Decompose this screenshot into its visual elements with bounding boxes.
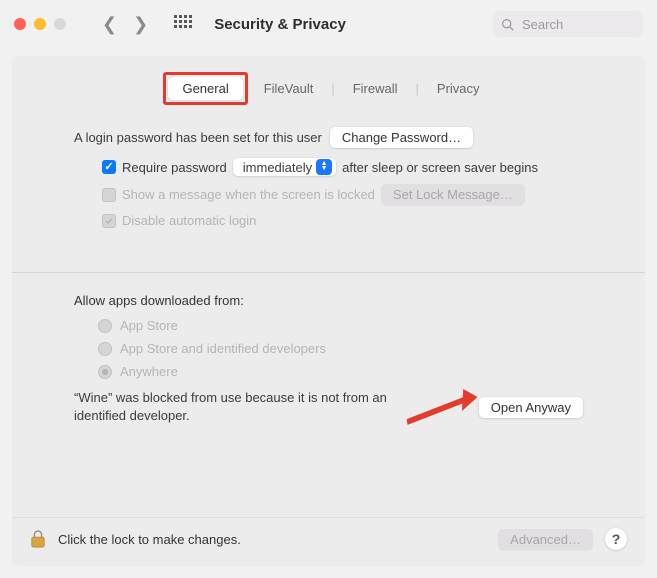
lock-icon[interactable] (30, 528, 46, 550)
tab-filevault[interactable]: FileVault (250, 77, 328, 100)
login-password-section: A login password has been set for this u… (34, 127, 623, 236)
require-password-label: Require password (122, 160, 227, 175)
window-controls (14, 18, 66, 30)
allow-apps-radio-group: App Store App Store and identified devel… (98, 318, 583, 379)
radio-app-store-identified (98, 342, 112, 356)
set-lock-message-button: Set Lock Message… (381, 184, 525, 205)
select-stepper-icon: ▲▼ (316, 159, 332, 175)
require-password-delay-select[interactable]: immediately ▲▼ (233, 158, 336, 176)
open-anyway-button[interactable]: Open Anyway (479, 397, 583, 418)
allow-apps-heading: Allow apps downloaded from: (74, 293, 583, 308)
advanced-button: Advanced… (498, 529, 593, 550)
window-toolbar: ❮ ❯ Security & Privacy (0, 0, 657, 48)
radio-anywhere (98, 365, 112, 379)
check-icon (104, 216, 114, 226)
require-password-checkbox[interactable] (102, 160, 116, 174)
allow-apps-section: Allow apps downloaded from: App Store Ap… (34, 293, 623, 427)
help-button[interactable]: ? (605, 528, 627, 550)
radio-app-store-identified-label: App Store and identified developers (120, 341, 326, 356)
show-lock-message-checkbox (102, 188, 116, 202)
radio-app-store-label: App Store (120, 318, 178, 333)
show-all-prefs-button[interactable] (174, 15, 192, 33)
show-lock-message-label: Show a message when the screen is locked (122, 187, 375, 202)
search-icon (501, 18, 514, 31)
disable-auto-login-checkbox (102, 214, 116, 228)
back-button[interactable]: ❮ (102, 15, 117, 33)
require-password-after-text: after sleep or screen saver begins (342, 160, 538, 175)
disable-auto-login-label: Disable automatic login (122, 213, 256, 228)
tab-firewall[interactable]: Firewall (339, 77, 412, 100)
change-password-button[interactable]: Change Password… (330, 127, 473, 148)
annotation-highlight: General (163, 72, 247, 105)
security-privacy-window: ❮ ❯ Security & Privacy General FileV (0, 0, 657, 578)
search-field[interactable] (493, 11, 643, 37)
search-input[interactable] (520, 16, 635, 33)
close-window-button[interactable] (14, 18, 26, 30)
tab-general[interactable]: General (168, 77, 242, 100)
zoom-window-button[interactable] (54, 18, 66, 30)
content-card: General FileVault | Firewall | Privacy A… (12, 56, 645, 566)
forward-button[interactable]: ❯ (133, 15, 148, 33)
radio-app-store (98, 319, 112, 333)
nav-arrows: ❮ ❯ (102, 15, 148, 33)
tab-privacy[interactable]: Privacy (423, 77, 494, 100)
card-footer: Click the lock to make changes. Advanced… (12, 517, 645, 554)
tab-bar: General FileVault | Firewall | Privacy (163, 72, 493, 105)
login-password-text: A login password has been set for this u… (74, 130, 322, 145)
radio-anywhere-label: Anywhere (120, 364, 178, 379)
annotation-arrow (404, 387, 479, 427)
lock-hint-text: Click the lock to make changes. (58, 532, 241, 547)
minimize-window-button[interactable] (34, 18, 46, 30)
window-title: Security & Privacy (214, 16, 346, 33)
section-divider (12, 272, 645, 273)
blocked-app-message: “Wine” was blocked from use because it i… (74, 389, 404, 425)
require-password-delay-value: immediately (243, 160, 312, 175)
